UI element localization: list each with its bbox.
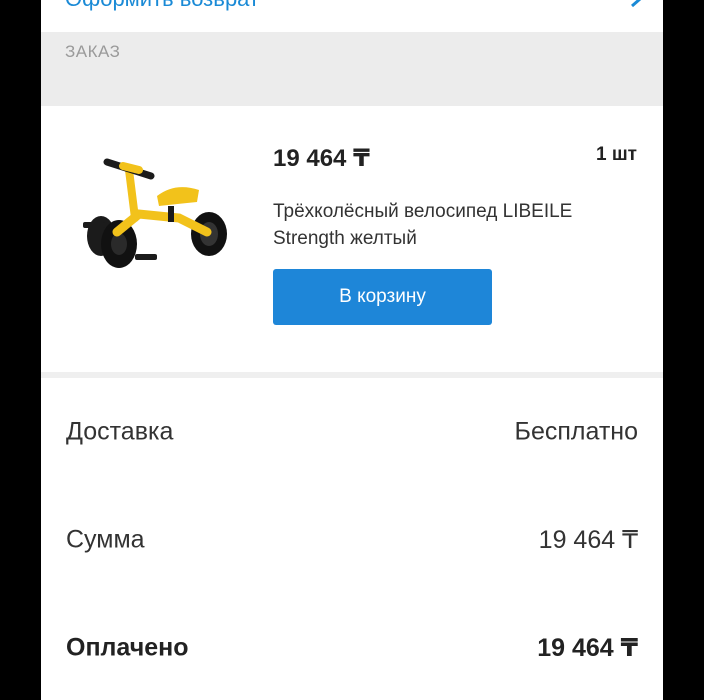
tricycle-image[interactable] <box>79 152 231 274</box>
order-item: 19 464 ₸ 1 шт Трёхколёсный велосипед LIB… <box>41 106 663 372</box>
order-section-header <box>41 32 663 106</box>
delivery-label: Доставка <box>66 417 174 446</box>
screen: Оформить возврат ЗАКАЗ <box>41 0 663 700</box>
paid-label: Оплачено <box>66 633 189 662</box>
delivery-value: Бесплатно <box>514 417 638 446</box>
paid-value: 19 464 ₸ <box>537 634 638 662</box>
return-row[interactable]: Оформить возврат <box>41 0 663 32</box>
add-to-cart-button[interactable]: В корзину <box>273 269 492 325</box>
product-name[interactable]: Трёхколёсный велосипед LIBEILE Strength … <box>273 198 603 252</box>
sum-value: 19 464 ₸ <box>538 526 638 554</box>
product-price: 19 464 ₸ <box>273 145 370 172</box>
section-title: ЗАКАЗ <box>65 42 121 61</box>
chevron-right-icon <box>631 0 642 8</box>
return-link[interactable]: Оформить возврат <box>65 0 259 12</box>
paid-row: Оплачено 19 464 ₸ <box>41 594 663 700</box>
sum-row: Сумма 19 464 ₸ <box>41 486 663 595</box>
delivery-row: Доставка Бесплатно <box>41 378 663 487</box>
product-quantity: 1 шт <box>596 144 637 165</box>
sum-label: Сумма <box>66 525 145 554</box>
